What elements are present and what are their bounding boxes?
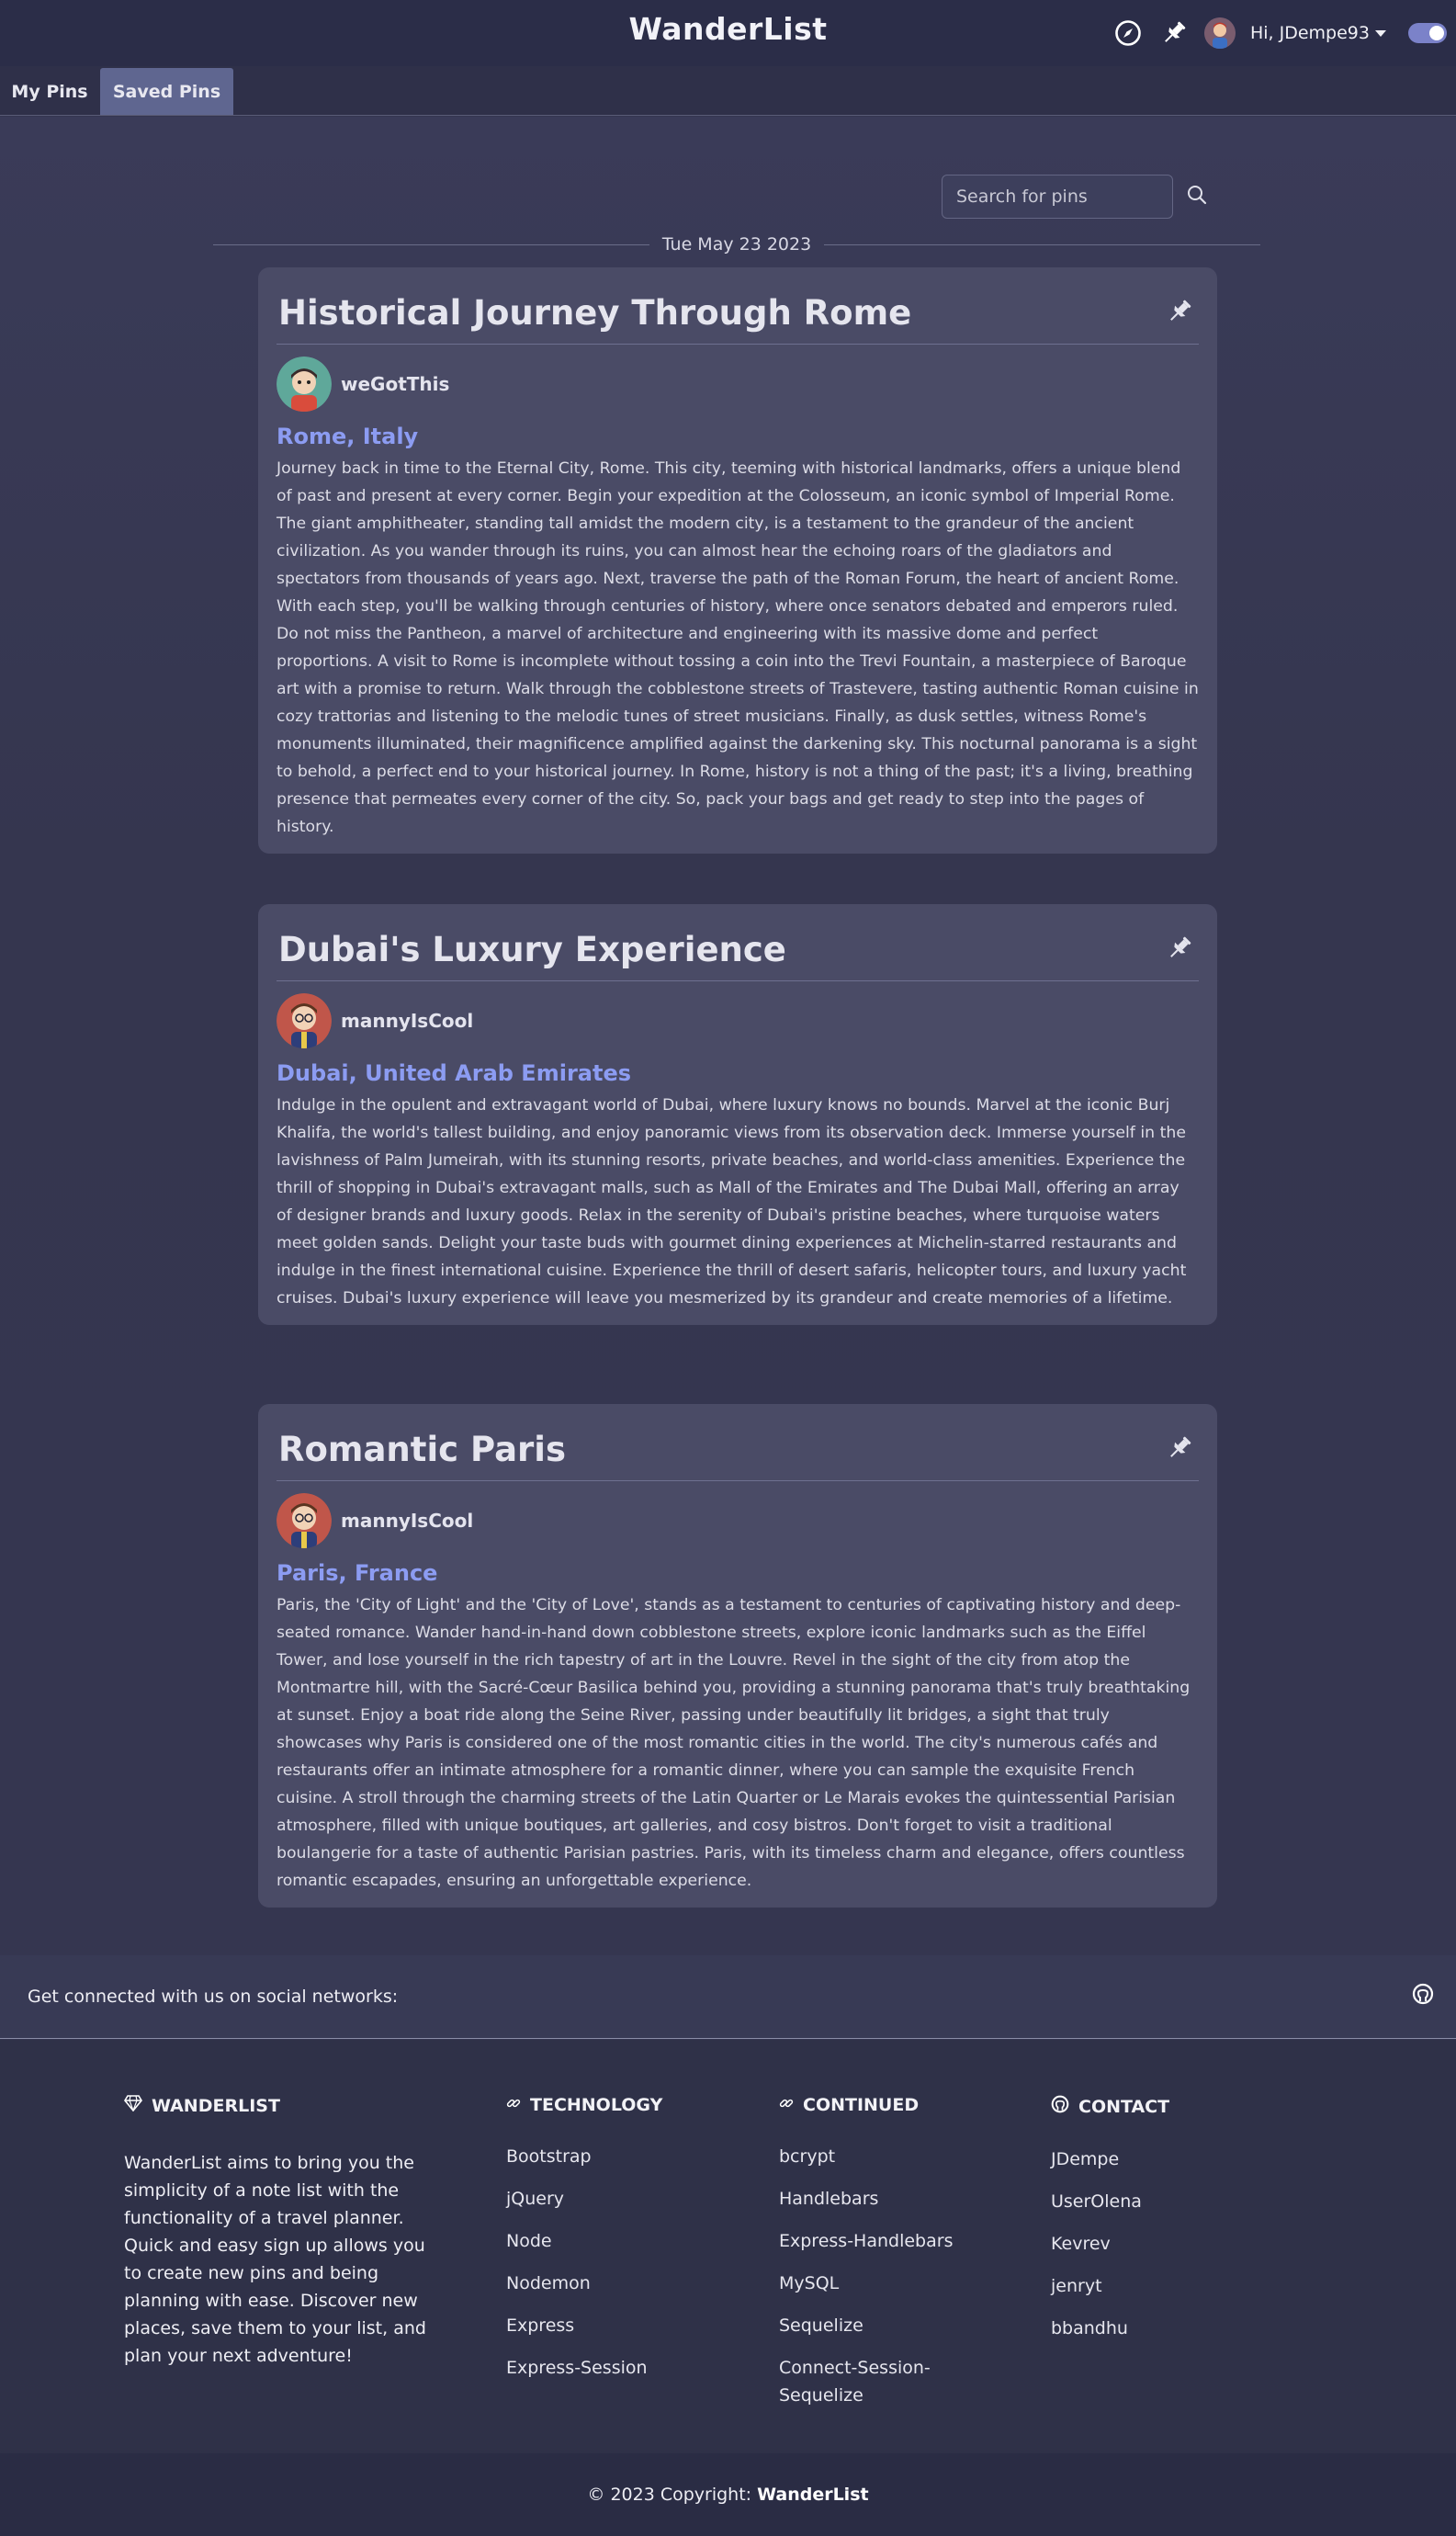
footer-technology: TECHNOLOGY Bootstrap jQuery Node Nodemon… [506,2095,662,2396]
pin-card-header: Dubai's Luxury Experience [277,904,1199,981]
link-icon [506,2095,521,2115]
footer-contact-title: CONTACT [1078,2096,1170,2117]
pin-card: Dubai's Luxury Experience mannyIsCool Du… [258,904,1217,1325]
footer-contact-heading: CONTACT [1051,2095,1169,2118]
footer-link[interactable]: bbandhu [1051,2315,1169,2342]
divider-line [824,243,1261,245]
pin-card: Historical Journey Through Rome weGotThi… [258,267,1217,854]
pin-card-header: Romantic Paris [277,1404,1199,1481]
search-input[interactable] [942,175,1173,219]
divider-line [213,243,649,245]
nav-right: Hi, JDempe93 [1112,16,1447,51]
footer-link[interactable]: Bootstrap [506,2143,662,2170]
footer-link[interactable]: jenryt [1051,2272,1169,2300]
footer-contact: CONTACT JDempe UserOlena Kevrev jenryt b… [1051,2095,1169,2357]
gem-icon [124,2095,142,2116]
pin-title: Historical Journey Through Rome [278,293,912,333]
footer-link[interactable]: Kevrev [1051,2230,1169,2258]
search-bar [942,175,1208,219]
footer-about-heading: WANDERLIST [124,2095,436,2116]
user-menu[interactable]: Hi, JDempe93 [1250,23,1386,43]
link-icon [779,2095,794,2115]
copyright-brand[interactable]: WanderList [757,2485,869,2505]
pin-title: Romantic Paris [278,1430,567,1469]
footer-continued-title: CONTINUED [803,2095,920,2115]
footer-link[interactable]: JDempe [1051,2145,1169,2173]
footer-link[interactable]: Nodemon [506,2270,662,2297]
github-icon [1051,2095,1069,2118]
author-name[interactable]: weGotThis [341,373,449,395]
footer-link[interactable]: jQuery [506,2185,662,2213]
author-avatar [277,357,332,412]
footer-link[interactable]: Handlebars [779,2185,963,2213]
footer-technology-heading: TECHNOLOGY [506,2095,662,2115]
pin-card-header: Historical Journey Through Rome [277,267,1199,345]
footer-link[interactable]: Express-Session [506,2354,662,2382]
author-avatar [277,993,332,1048]
pin-author: weGotThis [277,356,1199,413]
pin-title: Dubai's Luxury Experience [278,930,786,969]
pin-icon[interactable] [1158,17,1190,49]
footer-about-text: WanderList aims to bring you the simplic… [124,2153,426,2366]
footer-link[interactable]: Node [506,2227,662,2255]
pin-description: Paris, the 'City of Light' and the 'City… [277,1596,1191,1890]
pin-description: Journey back in time to the Eternal City… [277,459,1199,836]
pin-tabs: My Pins Saved Pins [0,66,1456,116]
pin-description: Indulge in the opulent and extravagant w… [277,1096,1187,1308]
footer-link[interactable]: Connect-Session-Sequelize [779,2354,963,2409]
pin-icon[interactable] [1164,296,1195,327]
footer-link[interactable]: Express-Handlebars [779,2227,963,2255]
date-divider: Tue May 23 2023 [213,230,1261,259]
navbar: WanderList Hi, JDempe93 [0,0,1456,66]
author-name[interactable]: mannyIsCool [341,1510,473,1532]
footer-continued: CONTINUED bcrypt Handlebars Express-Hand… [779,2095,963,2424]
pin-author: mannyIsCool [277,992,1199,1049]
theme-toggle[interactable] [1408,23,1447,43]
copyright-bar: © 2023 Copyright: WanderList [0,2453,1456,2536]
footer-technology-title: TECHNOLOGY [530,2095,663,2115]
footer-continued-heading: CONTINUED [779,2095,963,2115]
footer-link[interactable]: bcrypt [779,2143,963,2170]
pin-location: Rome, Italy [277,424,419,449]
github-icon[interactable] [1412,1983,1434,2009]
footer-link[interactable]: MySQL [779,2270,963,2297]
date-label: Tue May 23 2023 [661,234,812,255]
user-avatar[interactable] [1203,17,1236,49]
pin-icon[interactable] [1164,1432,1195,1464]
pin-location: Paris, France [277,1560,438,1586]
author-name[interactable]: mannyIsCool [341,1010,473,1032]
search-icon[interactable] [1186,184,1208,209]
social-strip: Get connected with us on social networks… [0,1955,1456,2039]
footer-link[interactable]: Express [506,2312,662,2339]
tab-my-pins[interactable]: My Pins [0,68,99,115]
compass-icon[interactable] [1112,17,1144,49]
footer-about: WANDERLIST WanderList aims to bring you … [124,2095,436,2370]
author-avatar [277,1493,332,1548]
copyright-text: © 2023 Copyright: [587,2485,752,2505]
footer-link[interactable]: UserOlena [1051,2188,1169,2215]
footer: WANDERLIST WanderList aims to bring you … [0,2040,1456,2453]
social-text: Get connected with us on social networks… [28,1987,399,2007]
tab-saved-pins[interactable]: Saved Pins [100,68,233,115]
pin-card: Romantic Paris mannyIsCool Paris, France… [258,1404,1217,1908]
user-greeting: Hi, JDempe93 [1249,23,1370,43]
pin-author: mannyIsCool [277,1492,1199,1549]
pin-location: Dubai, United Arab Emirates [277,1060,632,1086]
footer-about-title: WANDERLIST [152,2095,280,2116]
chevron-down-icon [1375,29,1386,37]
footer-link[interactable]: Sequelize [779,2312,963,2339]
pin-icon[interactable] [1164,933,1195,964]
